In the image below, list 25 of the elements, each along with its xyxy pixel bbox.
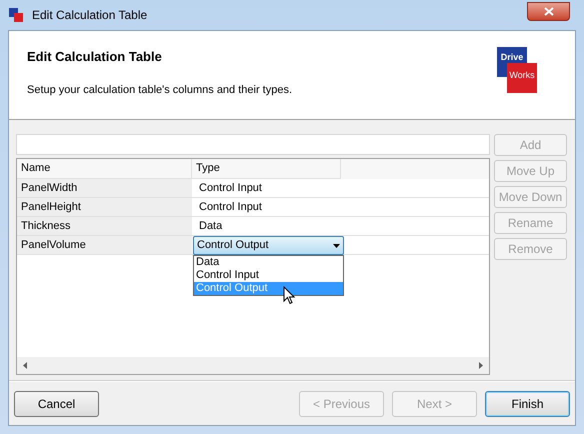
- type-dropdown[interactable]: Control Output: [193, 236, 344, 255]
- column-name-field[interactable]: [16, 134, 490, 155]
- close-button[interactable]: [527, 2, 570, 20]
- table-cell: Thickness: [17, 217, 192, 235]
- logo: Drive Works: [497, 47, 539, 97]
- app-icon: [8, 7, 24, 23]
- header-subtitle: Setup your calculation table's columns and their types.: [27, 82, 294, 98]
- column-header[interactable]: Type: [192, 159, 341, 179]
- dialog-button[interactable]: Finish: [485, 390, 570, 416]
- scroll-right-icon[interactable]: [479, 362, 483, 369]
- scroll-left-icon[interactable]: [23, 362, 27, 369]
- dropdown-arrow-icon: [333, 244, 340, 248]
- table-cell: PanelVolume: [17, 236, 192, 254]
- close-icon: [544, 6, 554, 16]
- table-cell: PanelWidth: [17, 179, 192, 197]
- table-cell-text: Data: [198, 218, 224, 234]
- dropdown-option[interactable]: Control Output: [194, 282, 343, 295]
- header-title: Edit Calculation Table: [27, 48, 163, 66]
- dialog-button[interactable]: Cancel: [14, 390, 99, 416]
- dropdown-option[interactable]: Control Input: [194, 269, 343, 282]
- dropdown-option[interactable]: Data: [194, 256, 343, 269]
- table-cell: PanelHeight: [17, 198, 192, 216]
- table-cell-text: Control Input: [198, 200, 263, 215]
- table-cell-text: Control Input: [198, 180, 263, 196]
- window-title: Edit Calculation Table: [32, 7, 148, 24]
